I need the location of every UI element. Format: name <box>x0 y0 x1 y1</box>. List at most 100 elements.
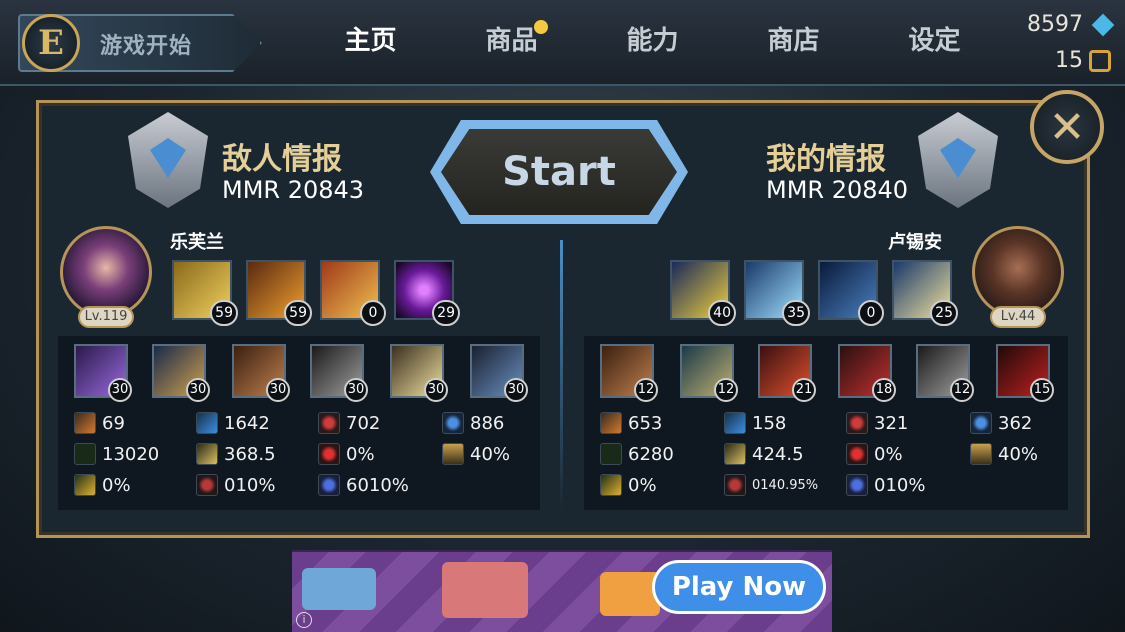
enemy-item-5-icon: 30 <box>390 344 448 402</box>
enemy-stat-ability-power: 1642 <box>196 412 270 434</box>
self-stat-attack-damage: 653 <box>600 412 662 434</box>
attack-damage-icon <box>74 412 96 434</box>
self-stat-armor: 321 <box>846 412 908 434</box>
gem-count: 8597 <box>1027 12 1083 37</box>
play-now-button[interactable]: Play Now <box>652 560 826 614</box>
tank-icon <box>600 572 660 616</box>
self-level-badge: Lv.44 <box>990 306 1046 328</box>
enemy-stat-crit: 0% <box>318 443 375 465</box>
self-champion-avatar <box>972 226 1064 318</box>
ability-power-icon <box>724 412 746 434</box>
self-stat-crit-value: 0% <box>874 443 903 465</box>
self-stat-cooldown-value: 40% <box>998 443 1039 465</box>
crit-icon <box>318 443 340 465</box>
enemy-skill-2-level: 59 <box>284 300 312 326</box>
tab-settings[interactable]: 设定 <box>864 18 1005 64</box>
self-skill-4-icon: 25 <box>892 260 958 326</box>
health-icon <box>600 443 622 465</box>
enemy-stat-crit-value: 0% <box>346 443 375 465</box>
ad-info-icon[interactable]: i <box>296 612 312 628</box>
self-mmr: MMR 20840 <box>766 176 909 204</box>
start-button[interactable]: Start <box>430 120 688 224</box>
enemy-stat-attack-damage-value: 69 <box>102 412 125 434</box>
magic-resist-icon <box>970 412 992 434</box>
enemy-skill-1-icon: 59 <box>172 260 238 326</box>
enemy-level-badge: Lv.119 <box>78 306 134 328</box>
enemy-stat-attack-speed-value: 368.5 <box>224 443 276 465</box>
enemy-mmr: MMR 20843 <box>222 176 365 204</box>
attack-speed-icon <box>724 443 746 465</box>
ad-banner[interactable]: Play Now i <box>292 550 832 632</box>
self-stat-spell-shield: 0140.95% <box>724 474 818 496</box>
close-button[interactable]: ✕ <box>1030 90 1104 164</box>
ability-power-icon <box>196 412 218 434</box>
self-item-2-icon: 12 <box>680 344 738 402</box>
tab-home[interactable]: 主页 <box>300 18 441 64</box>
enemy-stat-spell-shield: 010% <box>196 474 275 496</box>
self-stat-mana: 010% <box>846 474 925 496</box>
coin-count: 15 <box>1055 48 1083 73</box>
self-stat-health-value: 6280 <box>628 443 674 465</box>
self-item-5-level: 12 <box>950 378 974 402</box>
self-item-1-icon: 12 <box>600 344 658 402</box>
enemy-stat-health-value: 13020 <box>102 443 160 465</box>
shield-icon <box>196 474 218 496</box>
self-item-1-level: 12 <box>634 378 658 402</box>
enemy-stat-armor: 702 <box>318 412 380 434</box>
enemy-stat-spell-shield-value: 010% <box>224 474 276 496</box>
self-item-4-level: 18 <box>872 378 896 402</box>
self-stat-crit: 0% <box>846 443 903 465</box>
self-info-title: 我的情报 <box>766 142 886 177</box>
self-skill-2-level: 35 <box>782 300 810 326</box>
enemy-item-6-level: 30 <box>504 378 528 402</box>
enemy-item-2-icon: 30 <box>152 344 210 402</box>
enemy-stat-armor-value: 702 <box>346 412 381 434</box>
self-stat-spell-shield-value: 0140.95% <box>752 477 819 493</box>
health-icon <box>74 443 96 465</box>
tab-goods[interactable]: 商品 <box>441 18 582 64</box>
mana-icon <box>318 474 340 496</box>
game-start-label: 游戏开始 <box>100 34 193 59</box>
center-divider <box>560 240 563 510</box>
top-bar: E 游戏开始 主页 商品 能力 商店 设定 8597 15 <box>0 0 1125 86</box>
tab-goods-label: 商品 <box>485 26 538 56</box>
self-stat-attack-speed: 424.5 <box>724 443 804 465</box>
tab-shop[interactable]: 商店 <box>723 18 864 64</box>
coin-icon <box>1089 49 1111 72</box>
enemy-stat-health: 13020 <box>74 443 159 465</box>
enemy-item-6-icon: 30 <box>470 344 528 402</box>
enemy-skill-3-icon: 0 <box>320 260 386 326</box>
self-stat-magic-resist-value: 362 <box>998 412 1033 434</box>
tank-icon <box>302 568 376 610</box>
tab-abilities[interactable]: 能力 <box>582 18 723 64</box>
self-stat-ability-power: 158 <box>724 412 786 434</box>
shield-icon <box>724 474 746 496</box>
self-skill-3-level: 0 <box>858 300 884 326</box>
enemy-item-3-level: 30 <box>266 378 290 402</box>
enemy-champion-avatar <box>60 226 152 318</box>
enemy-champion-name: 乐芙兰 <box>170 232 224 253</box>
gem-icon <box>1091 13 1115 36</box>
hourglass-icon <box>970 443 992 465</box>
self-item-3-level: 21 <box>792 378 816 402</box>
notification-dot-icon <box>534 20 548 34</box>
self-skill-3-icon: 0 <box>818 260 884 326</box>
self-champion-name: 卢锡安 <box>888 232 942 253</box>
self-stat-magic-resist: 362 <box>970 412 1032 434</box>
enemy-item-3-icon: 30 <box>232 344 290 402</box>
self-stat-attack-speed-value: 424.5 <box>752 443 804 465</box>
magic-resist-icon <box>442 412 464 434</box>
enemy-item-1-level: 30 <box>108 378 132 402</box>
enemy-stat-mana: 6010% <box>318 474 409 496</box>
main-nav: 主页 商品 能力 商店 设定 <box>300 18 1005 64</box>
mana-icon <box>846 474 868 496</box>
self-stat-lifesteal-value: 0% <box>628 474 657 496</box>
start-button-label: Start <box>441 129 677 215</box>
enemy-item-5-level: 30 <box>424 378 448 402</box>
enemy-stat-ability-power-value: 1642 <box>224 412 270 434</box>
coin-counter: 15 <box>1055 48 1111 73</box>
armor-icon <box>318 412 340 434</box>
self-item-6-level: 15 <box>1030 378 1054 402</box>
self-stat-mana-value: 010% <box>874 474 926 496</box>
enemy-item-4-icon: 30 <box>310 344 368 402</box>
